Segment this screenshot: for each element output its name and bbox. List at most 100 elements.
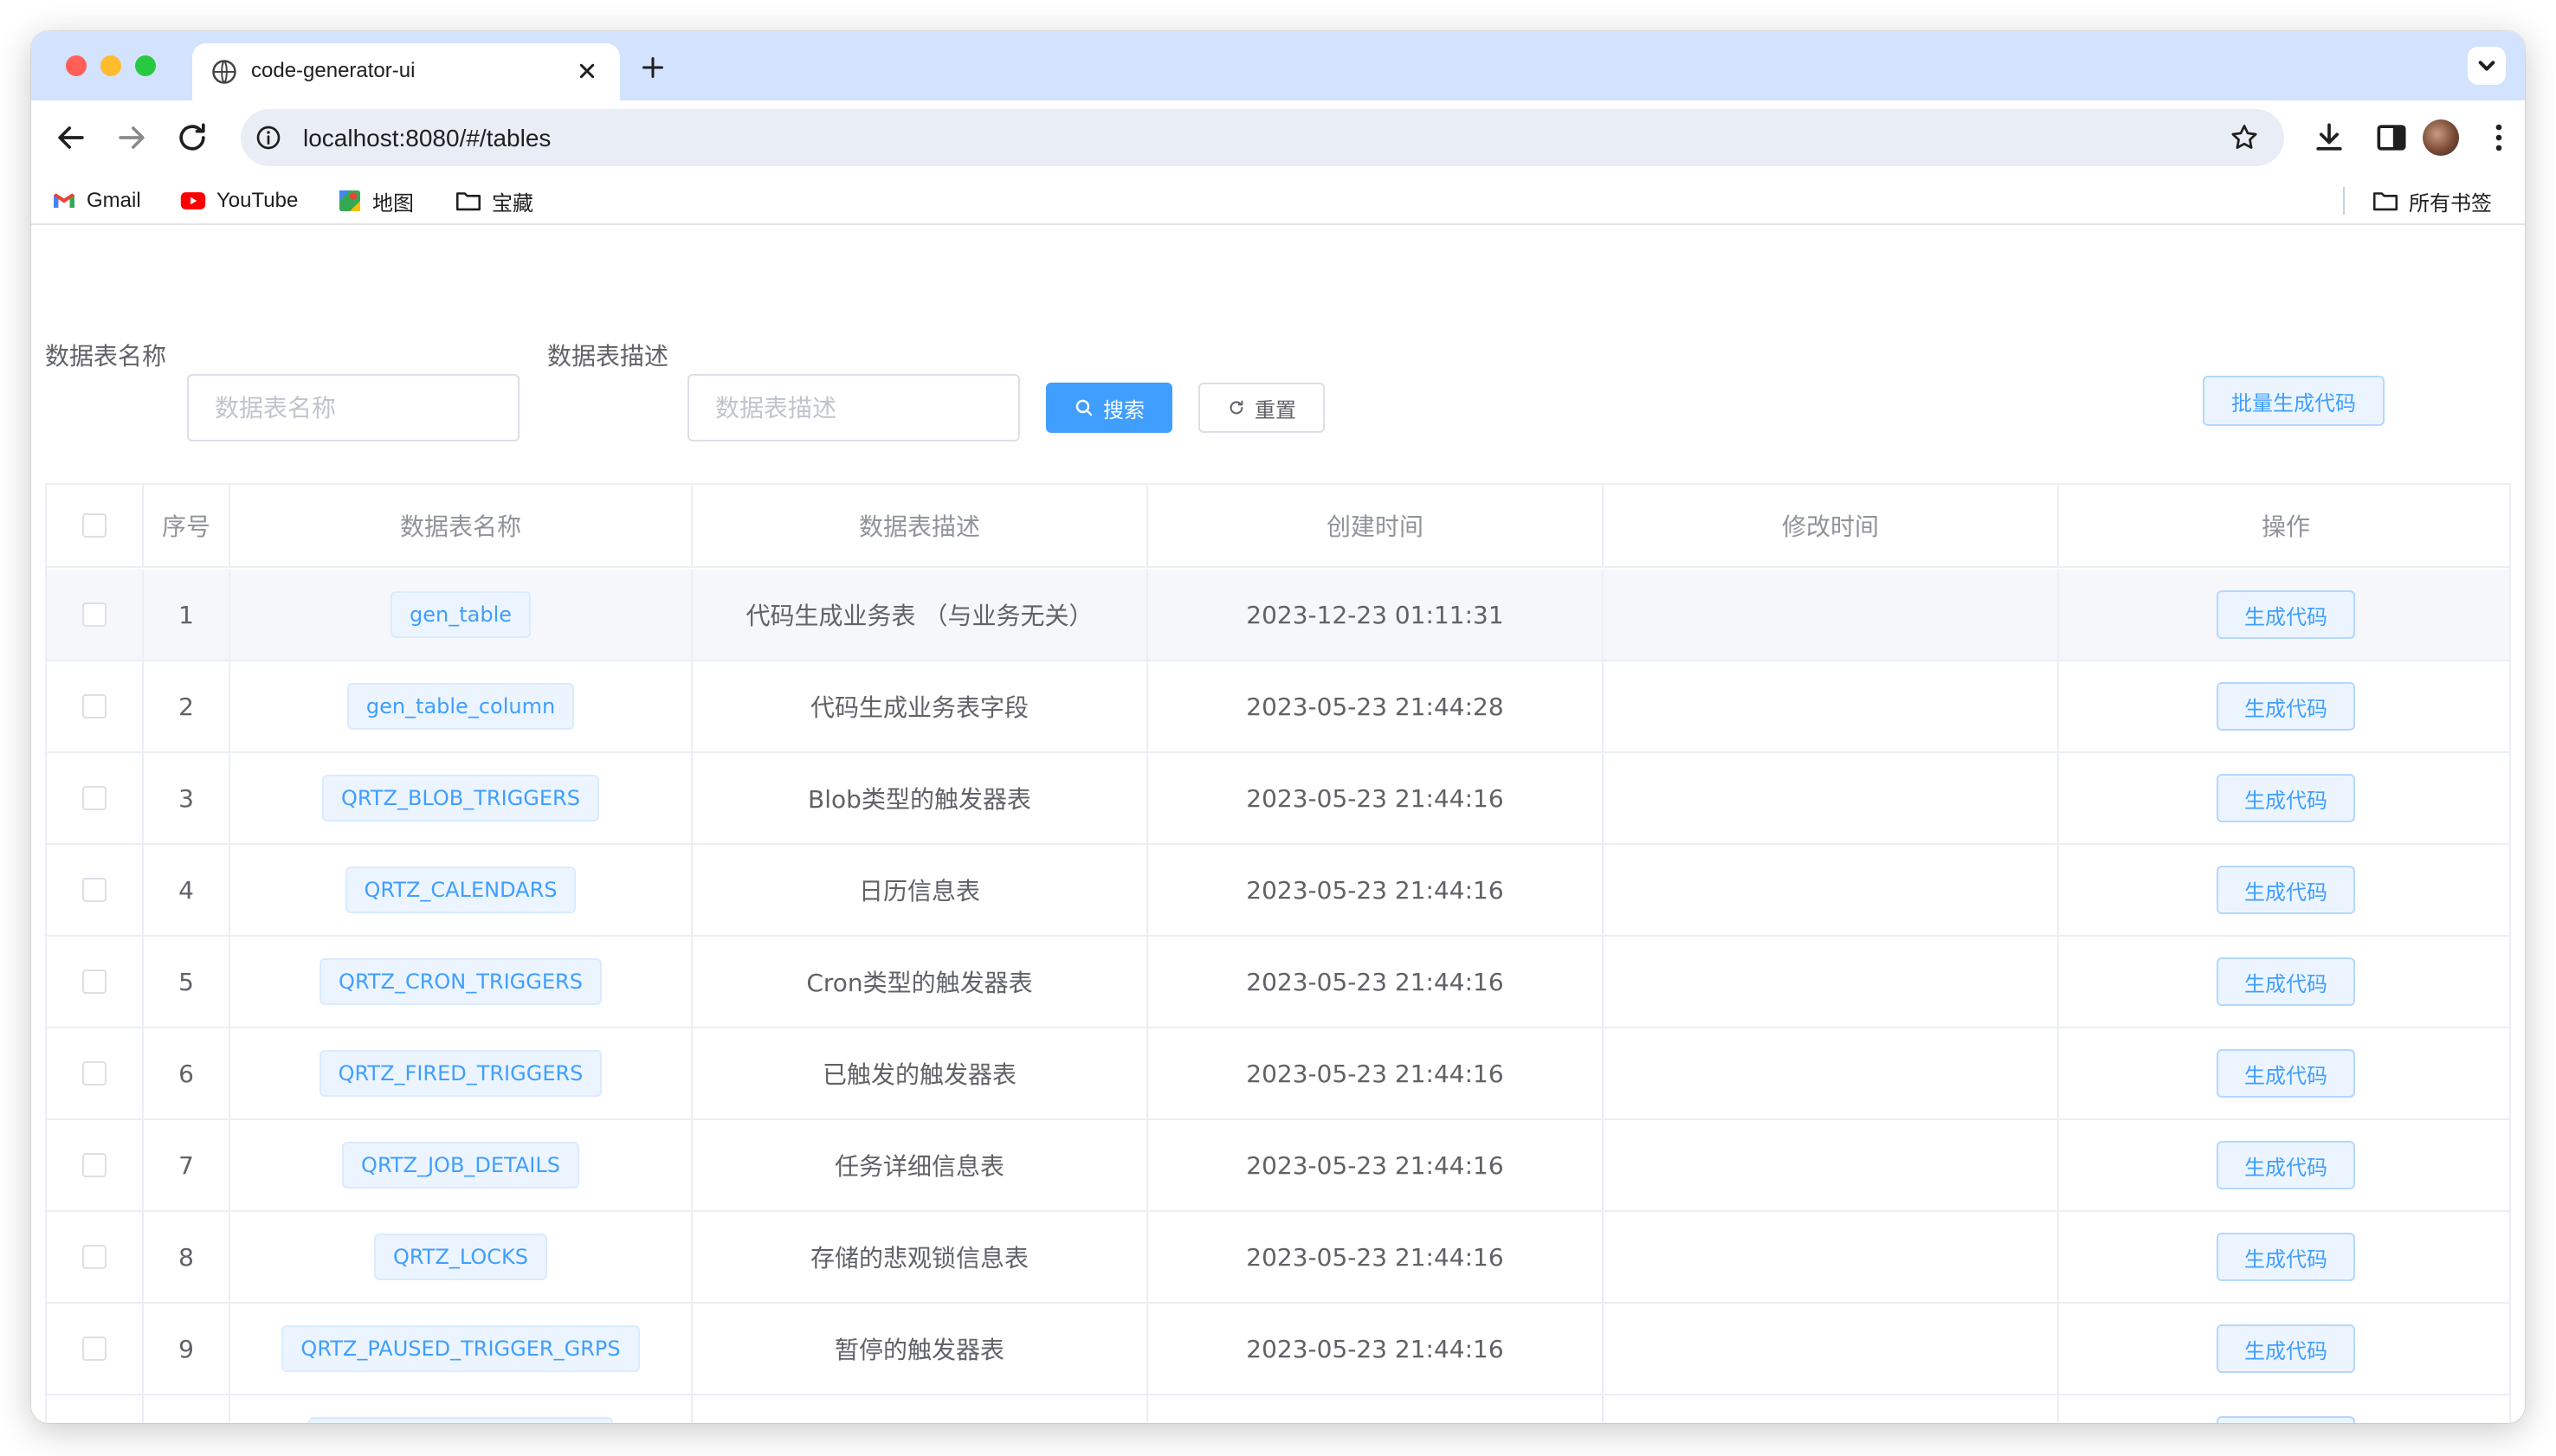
header-table-desc: 数据表描述 xyxy=(693,485,1148,566)
modified-cell xyxy=(1604,1304,2059,1394)
header-index: 序号 xyxy=(144,485,230,566)
chevron-down-icon xyxy=(2478,61,2495,71)
row-checkbox[interactable] xyxy=(82,970,106,994)
created-cell: 2023-05-23 21:44:16 xyxy=(1148,937,1604,1027)
side-panel-icon[interactable] xyxy=(2372,119,2411,157)
index-cell: 3 xyxy=(144,753,230,843)
row-checkbox[interactable] xyxy=(82,1337,106,1361)
bookmark-gmail[interactable]: Gmail xyxy=(50,184,141,218)
bookmarks-divider xyxy=(2343,187,2345,215)
bookmark-maps[interactable]: 地图 xyxy=(336,184,414,218)
modified-cell xyxy=(1604,1395,2059,1423)
row-checkbox[interactable] xyxy=(82,602,106,627)
created-cell: 2023-05-23 21:44:16 xyxy=(1148,1028,1604,1118)
select-all-checkbox[interactable] xyxy=(82,513,106,538)
table-row: 7 QRTZ_JOB_DETAILS 任务详细信息表 2023-05-23 21:44… xyxy=(47,1120,2509,1212)
desc-cell: 代码生成业务表 （与业务无关） xyxy=(693,570,1148,660)
row-checkbox[interactable] xyxy=(82,878,106,902)
tab-active[interactable]: code-generator-ui xyxy=(192,43,620,100)
index-cell: 1 xyxy=(144,570,230,660)
row-checkbox[interactable] xyxy=(82,786,106,810)
reload-icon[interactable] xyxy=(173,119,211,157)
index-cell: 10 xyxy=(144,1395,230,1423)
globe-icon xyxy=(212,60,236,84)
created-cell: 2023-05-23 21:44:16 xyxy=(1148,1395,1604,1423)
table-name-tag: QRTZ_LOCKS xyxy=(373,1234,548,1280)
table-desc-input[interactable] xyxy=(687,374,1020,441)
created-cell: 2023-05-23 21:44:16 xyxy=(1148,1120,1604,1210)
row-checkbox[interactable] xyxy=(82,1061,106,1086)
generate-code-button[interactable]: 生成代码 xyxy=(2217,866,2355,914)
generate-code-button[interactable]: 生成代码 xyxy=(2217,774,2355,822)
bookmark-star-icon[interactable] xyxy=(2229,122,2260,153)
table-name-input[interactable] xyxy=(187,374,520,441)
back-icon[interactable] xyxy=(52,119,90,157)
tab-search-button[interactable] xyxy=(2468,47,2506,85)
address-bar[interactable]: localhost:8080/#/tables xyxy=(241,109,2284,166)
table-desc-label: 数据表描述 xyxy=(547,342,669,370)
generate-code-button[interactable]: 生成代码 xyxy=(2217,1416,2355,1423)
desc-cell: 任务详细信息表 xyxy=(693,1120,1148,1210)
table-name-cell: QRTZ_LOCKS xyxy=(230,1212,693,1302)
table-header: 序号 数据表名称 数据表描述 创建时间 修改时间 操作 xyxy=(47,485,2509,568)
table-name-cell: QRTZ_JOB_DETAILS xyxy=(230,1120,693,1210)
action-cell: 生成代码 xyxy=(2059,1212,2509,1302)
header-select-cell xyxy=(47,485,144,566)
modified-cell xyxy=(1604,570,2059,660)
row-checkbox[interactable] xyxy=(82,1245,106,1269)
desc-cell: 暂停的触发器表 xyxy=(693,1304,1148,1394)
search-icon xyxy=(1075,399,1093,416)
profile-avatar[interactable] xyxy=(2423,119,2459,156)
batch-generate-button[interactable]: 批量生成代码 xyxy=(2203,376,2385,426)
bookmark-youtube[interactable]: YouTube xyxy=(178,184,298,218)
action-cell: 生成代码 xyxy=(2059,753,2509,843)
new-tab-icon[interactable] xyxy=(637,52,668,83)
modified-cell xyxy=(1604,661,2059,751)
search-button[interactable]: 搜索 xyxy=(1046,383,1172,433)
header-created-time: 创建时间 xyxy=(1148,485,1604,566)
row-checkbox[interactable] xyxy=(82,694,106,718)
browser-toolbar: localhost:8080/#/tables xyxy=(31,100,2525,175)
more-menu-icon[interactable] xyxy=(2480,119,2518,157)
desc-cell: 已触发的触发器表 xyxy=(693,1028,1148,1118)
modified-cell xyxy=(1604,1028,2059,1118)
desc-cell: 调度器状态表 xyxy=(693,1395,1148,1423)
search-button-label: 搜索 xyxy=(1103,397,1145,422)
bookmark-folder-treasure[interactable]: 宝藏 xyxy=(454,184,533,218)
index-cell: 4 xyxy=(144,845,230,935)
youtube-icon xyxy=(180,192,206,209)
created-cell: 2023-05-23 21:44:16 xyxy=(1148,753,1604,843)
tables-table: 序号 数据表名称 数据表描述 创建时间 修改时间 操作 1 gen_table 代码… xyxy=(45,483,2511,1423)
tab-title: code-generator-ui xyxy=(251,59,416,82)
all-bookmarks-button[interactable]: 所有书签 xyxy=(2371,184,2492,218)
minimize-window-button[interactable] xyxy=(100,55,121,76)
generate-code-button[interactable]: 生成代码 xyxy=(2217,682,2355,731)
gmail-icon xyxy=(54,193,74,208)
table-row: 2 gen_table_column 代码生成业务表字段 2023-05-23 21:… xyxy=(47,661,2509,753)
select-cell xyxy=(47,937,144,1027)
generate-code-button[interactable]: 生成代码 xyxy=(2217,1324,2355,1373)
maximize-window-button[interactable] xyxy=(135,55,156,76)
table-name-cell: QRTZ_BLOB_TRIGGERS xyxy=(230,753,693,843)
table-name-label: 数据表名称 xyxy=(45,342,167,370)
table-row: 5 QRTZ_CRON_TRIGGERS Cron类型的触发器表 2023-05-23… xyxy=(47,937,2509,1028)
download-icon[interactable] xyxy=(2310,119,2348,157)
index-cell: 7 xyxy=(144,1120,230,1210)
reset-button[interactable]: 重置 xyxy=(1198,383,1325,433)
row-checkbox[interactable] xyxy=(82,1153,106,1177)
forward-icon[interactable] xyxy=(113,119,151,157)
site-info-icon[interactable] xyxy=(255,124,282,151)
all-bookmarks-label: 所有书签 xyxy=(2409,191,2492,216)
generate-code-button[interactable]: 生成代码 xyxy=(2217,1141,2355,1189)
modified-cell xyxy=(1604,1212,2059,1302)
generate-code-button[interactable]: 生成代码 xyxy=(2217,1049,2355,1098)
generate-code-button[interactable]: 生成代码 xyxy=(2217,1233,2355,1281)
close-window-button[interactable] xyxy=(66,55,87,76)
created-cell: 2023-05-23 21:44:16 xyxy=(1148,1212,1604,1302)
generate-code-button[interactable]: 生成代码 xyxy=(2217,957,2355,1006)
close-tab-icon[interactable] xyxy=(573,57,601,85)
header-table-name: 数据表名称 xyxy=(230,485,693,566)
modified-cell xyxy=(1604,937,2059,1027)
bookmarks-bar: Gmail YouTube 地图 宝藏 所有书签 xyxy=(31,175,2525,225)
generate-code-button[interactable]: 生成代码 xyxy=(2217,590,2355,639)
